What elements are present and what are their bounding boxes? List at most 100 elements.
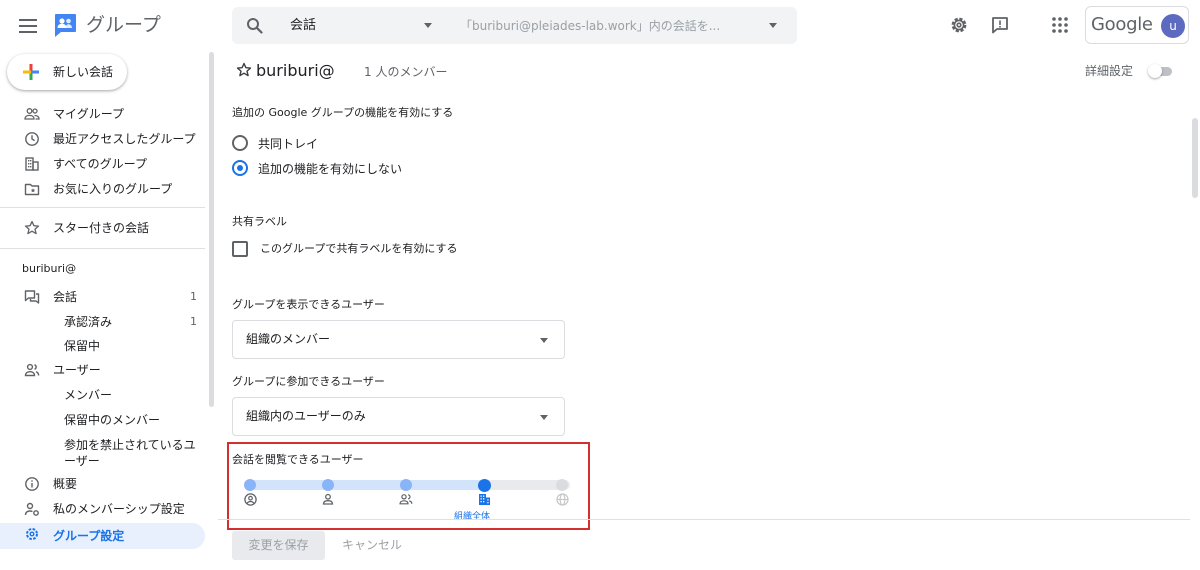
save-button[interactable]: 変更を保存 [232,531,325,560]
conversation-count: 1 [190,290,197,303]
search-scope[interactable]: 会話 [290,7,316,44]
sidebar-item-approved[interactable]: 承認済み 1 [0,312,205,332]
apps-icon[interactable] [1049,14,1071,36]
join-group-select[interactable]: 組織内のユーザーのみ [232,397,565,436]
slider-step-members[interactable] [400,479,412,491]
plus-icon [23,64,39,80]
cancel-button[interactable]: キャンセル [342,531,402,560]
advanced-settings-label: 詳細設定 [1085,64,1134,78]
google-logo: Google [1091,14,1153,35]
member-count: 1 人のメンバー [364,65,448,79]
new-conversation-label: 新しい会話 [53,65,114,79]
sidebar-item-users[interactable]: ユーザー [0,359,205,381]
join-group-title: グループに参加できるユーザー [232,375,385,388]
sidebar-item-banned-users-cont[interactable]: ーザー [0,451,205,471]
sidebar-item-label: すべてのグループ [53,157,147,171]
chevron-down-icon [540,338,548,343]
person-settings-icon [24,502,39,516]
search-bar[interactable]: 会話 [232,7,797,44]
sidebar-item-group-settings[interactable]: グループ設定 [0,523,205,549]
view-group-title: グループを表示できるユーザー [232,298,385,311]
select-value: 組織内のユーザーのみ [246,409,366,423]
sidebar-item-label: ユーザー [53,363,101,377]
checkbox-label: このグループで共有ラベルを有効にする [260,242,458,255]
search-input[interactable] [460,14,760,37]
radio-label: 追加の機能を有効にしない [258,162,403,176]
sidebar-item-pending[interactable]: 保留中 [0,336,205,356]
view-conversations-slider[interactable] [244,478,570,492]
folder-star-icon [24,183,40,196]
sidebar-item-membership-settings[interactable]: 私のメンバーシップ設定 [0,498,205,520]
account-circle-icon [243,492,257,506]
advanced-settings-toggle[interactable] [1148,64,1172,78]
info-icon [25,477,39,491]
group-icon [399,492,413,506]
sidebar-item-label: 会話 [53,290,78,304]
divider [0,207,205,208]
sidebar-item-label: 概要 [53,477,78,491]
approved-count: 1 [190,315,197,328]
main-scrollbar[interactable] [1192,118,1198,198]
sidebar-item-label: 保留中のメンバー [64,413,161,427]
sidebar-item-starred[interactable]: スター付きの会話 [0,217,205,239]
slider-step-everyone[interactable] [556,479,568,491]
sidebar-item-label: スター付きの会話 [53,221,150,235]
menu-icon[interactable] [14,12,42,40]
sidebar-item-overview[interactable]: 概要 [0,473,205,495]
sidebar: 新しい会話 マイグループ 最近アクセスしたグループ すべてのグループ お気に入り… [0,52,210,570]
features-title: 追加の Google グループの機能を有効にする [232,106,454,119]
sidebar-item-label: 私のメンバーシップ設定 [53,502,185,516]
toggle-knob [1148,64,1162,78]
people-icon [24,108,40,120]
search-icon[interactable] [246,17,263,34]
sidebar-item-all-groups[interactable]: すべてのグループ [0,153,205,175]
sidebar-group-name: buriburi@ [22,262,77,275]
sidebar-item-pending-members[interactable]: 保留中のメンバー [0,410,205,430]
groups-logo-icon[interactable] [52,12,78,38]
select-value: 組織のメンバー [246,332,331,346]
sidebar-item-label: お気に入りのグループ [53,182,173,196]
people-icon [24,363,40,377]
sidebar-item-label: メンバー [64,388,113,402]
radio-unchecked[interactable] [232,135,248,151]
avatar[interactable]: u [1161,14,1185,38]
star-icon [24,220,40,235]
globe-icon [555,492,569,506]
radio-label: 共同トレイ [258,137,319,151]
view-group-select[interactable]: 組織のメンバー [232,320,565,359]
page-title: buriburi@ [256,61,335,80]
clock-icon [25,132,39,146]
sidebar-item-label: ーザー [64,454,100,468]
view-conversations-title: 会話を閲覧できるユーザー [232,453,364,466]
search-options-chevron-icon[interactable] [769,23,777,28]
person-icon [321,492,335,506]
sidebar-scrollbar[interactable] [209,52,214,407]
slider-step-organization[interactable] [478,478,491,492]
chevron-down-icon [540,415,548,420]
forum-icon [24,290,40,304]
new-conversation-button[interactable]: 新しい会話 [7,54,127,90]
star-icon[interactable] [236,62,252,78]
main-content: buriburi@ 1 人のメンバー 詳細設定 追加の Google グループの… [218,52,1190,570]
sidebar-item-label: 保留中 [64,339,101,353]
building-icon [477,492,491,506]
sidebar-item-members[interactable]: メンバー [0,385,205,405]
slider-step-managers[interactable] [322,479,334,491]
slider-selected-label: 組織全体 [454,512,491,522]
sidebar-item-recent-groups[interactable]: 最近アクセスしたグループ [0,128,205,150]
checkbox[interactable] [232,241,248,257]
settings-icon[interactable] [948,14,970,36]
sidebar-item-conversations[interactable]: 会話 1 [0,286,205,308]
feedback-icon[interactable] [989,14,1011,36]
app-title: グループ [86,14,161,36]
sidebar-item-label: グループ設定 [53,529,125,543]
slider-step-owners[interactable] [244,479,256,491]
account-button[interactable]: Google u [1085,6,1189,44]
sidebar-item-favorite-groups[interactable]: お気に入りのグループ [0,178,205,200]
sidebar-item-label: 承認済み [64,315,113,329]
sidebar-item-label: マイグループ [53,107,125,121]
radio-checked[interactable] [232,160,248,176]
sidebar-item-my-groups[interactable]: マイグループ [0,103,205,125]
sidebar-item-label: 最近アクセスしたグループ [53,132,196,146]
chevron-down-icon[interactable] [424,23,432,28]
